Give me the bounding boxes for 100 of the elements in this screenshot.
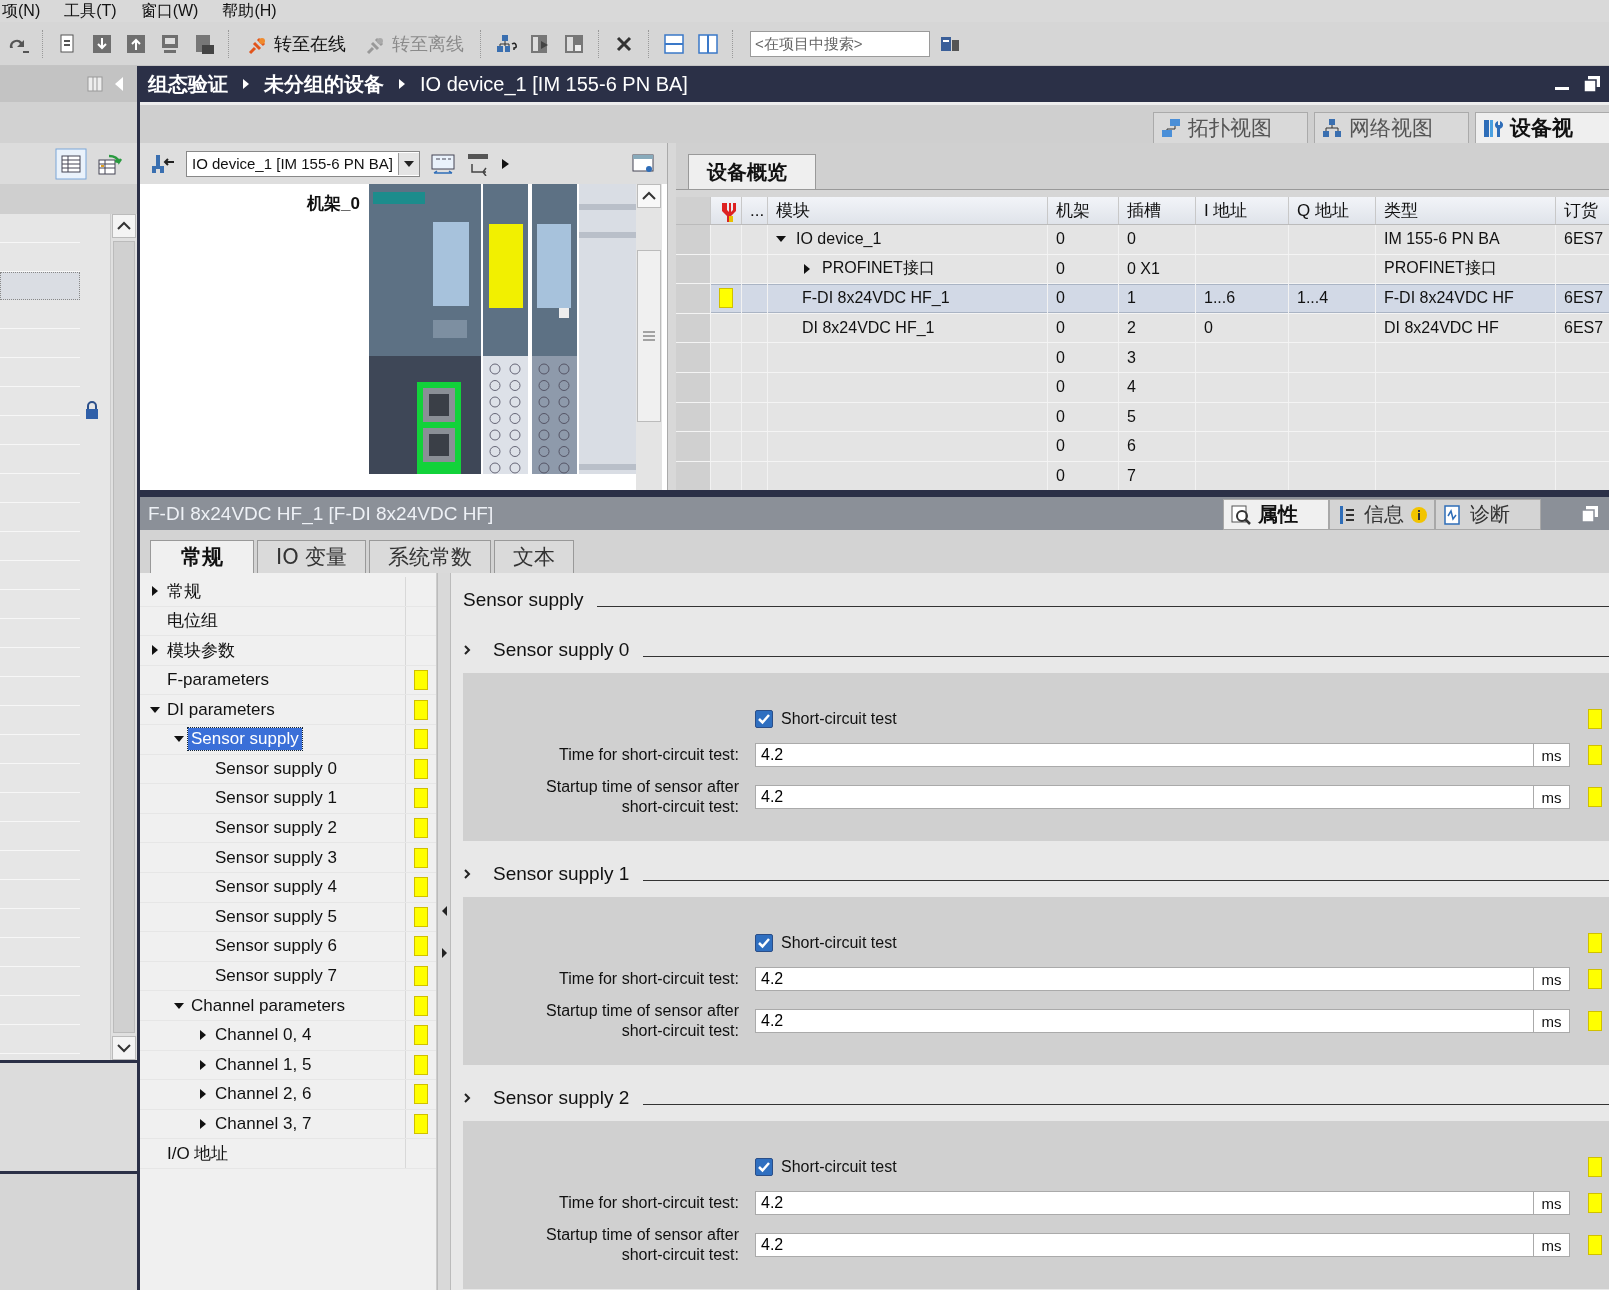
column-header[interactable]: 模块	[768, 197, 1048, 224]
table-row[interactable]: 0 6	[676, 432, 1609, 462]
scroll-thumb[interactable]	[113, 241, 135, 1033]
column-header[interactable]: ...	[742, 197, 768, 224]
column-header[interactable]: 类型	[1376, 197, 1556, 224]
time-field[interactable]: 4.2	[755, 1191, 1534, 1215]
width-adjust-icon[interactable]	[429, 151, 456, 176]
go-online-button[interactable]: 转至在线	[240, 29, 352, 58]
table-row[interactable]: DI 8x24VDC HF_1 0 2 0 DI 8x24VDC HF 6ES7	[676, 313, 1609, 344]
tree-item[interactable]: DI parameters	[164, 698, 278, 721]
collapsed-arrow-icon[interactable]	[198, 1030, 208, 1041]
properties-tab[interactable]: 文本	[494, 540, 575, 573]
tree-item[interactable]: Sensor supply 5	[212, 905, 340, 928]
inspector-tab[interactable]: 属性	[1223, 499, 1329, 530]
chevron-icon[interactable]	[463, 644, 471, 656]
tree-item[interactable]: Sensor supply 2	[212, 817, 340, 840]
scrollbar[interactable]	[636, 184, 662, 490]
properties-tab[interactable]: 常规	[150, 540, 254, 573]
checkbox[interactable]	[755, 1158, 773, 1176]
column-header[interactable]: 插槽	[1119, 197, 1196, 224]
menu-item[interactable]: 工具(T)	[64, 0, 127, 22]
tree-item[interactable]: 常规	[164, 578, 204, 604]
expanded-arrow-icon[interactable]	[150, 704, 160, 715]
tree-item[interactable]: Channel parameters	[188, 994, 349, 1017]
overview-tab[interactable]: 设备概览	[688, 154, 816, 189]
inspector-tab[interactable]: 诊断	[1435, 499, 1541, 530]
column-header[interactable]: Q 地址	[1289, 197, 1376, 224]
column-header[interactable]: 机架	[1048, 197, 1119, 224]
expanded-arrow-icon[interactable]	[174, 1000, 184, 1011]
menu-item[interactable]: 窗口(W)	[140, 0, 209, 22]
breadcrumb-link[interactable]: 未分组的设备	[264, 70, 384, 98]
tree-item[interactable]: Sensor supply 7	[212, 965, 340, 987]
search-field[interactable]: <在项目中搜索>	[750, 30, 930, 57]
collapsed-arrow-icon[interactable]	[198, 1119, 208, 1129]
tree-item[interactable]: Channel 1, 5	[212, 1053, 315, 1076]
menu-item[interactable]: 项(N)	[2, 0, 51, 22]
device-dropdown[interactable]: IO device_1 [IM 155-6 PN BA]	[186, 150, 420, 177]
scrollbar[interactable]	[110, 214, 137, 1060]
dropdown-button[interactable]	[397, 152, 419, 175]
tree-item[interactable]: Sensor supply 3	[212, 846, 340, 869]
collapse-left-icon[interactable]	[440, 904, 448, 917]
selected-row[interactable]	[0, 272, 80, 300]
tree-item[interactable]: 模块参数	[164, 638, 238, 663]
split-horizontal-icon[interactable]	[662, 31, 686, 56]
properties-tab[interactable]: 系统常数	[369, 540, 492, 573]
tree-item[interactable]: Channel 0, 4	[212, 1024, 315, 1047]
column-header[interactable]: 订货	[1556, 197, 1609, 224]
checkbox[interactable]	[755, 710, 773, 728]
view-tab[interactable]: 设备视	[1475, 112, 1609, 143]
tree-item[interactable]: Sensor supply 6	[212, 935, 340, 958]
breadcrumb-link[interactable]: IO device_1 [IM 155-6 PN BA]	[420, 72, 688, 96]
table-row[interactable]: 0 7	[676, 461, 1609, 490]
chevron-icon[interactable]	[463, 868, 471, 880]
view-tab[interactable]: 网络视图	[1314, 112, 1469, 143]
table-row[interactable]: 0 5	[676, 402, 1609, 433]
chevron-icon[interactable]	[463, 1092, 471, 1104]
tree-item[interactable]: 电位组	[164, 608, 221, 634]
collapsed-arrow-icon[interactable]	[150, 586, 160, 597]
time-field[interactable]: 4.2	[755, 1233, 1534, 1257]
split-vertical-icon[interactable]	[696, 31, 720, 56]
scroll-up-button[interactable]	[637, 184, 661, 208]
collapsed-arrow-icon[interactable]	[198, 1059, 208, 1070]
expand-right-icon[interactable]	[499, 157, 510, 170]
collapsed-arrow-icon[interactable]	[802, 263, 812, 274]
caret-up-icon[interactable]	[116, 220, 132, 232]
device-rack-drawing[interactable]	[369, 184, 636, 474]
tree-item[interactable]: Sensor supply 1	[212, 787, 340, 810]
tree-item[interactable]: Sensor supply	[188, 728, 302, 751]
tree-item[interactable]: Channel 2, 6	[212, 1083, 315, 1106]
checkbox[interactable]	[755, 934, 773, 952]
table-row[interactable]: F-DI 8x24VDC HF_1 0 1 1...6 1...4 F-DI 8x24VDC HF 6ES7	[676, 284, 1609, 314]
collapsed-arrow-icon[interactable]	[150, 645, 160, 656]
caret-up-icon[interactable]	[641, 190, 657, 202]
column-header[interactable]: I 地址	[1196, 197, 1289, 224]
time-field[interactable]: 4.2	[755, 743, 1534, 767]
tree-item[interactable]: Sensor supply 4	[212, 876, 340, 899]
time-field[interactable]: 4.2	[755, 1009, 1534, 1033]
tree-item[interactable]: Sensor supply 0	[212, 757, 340, 780]
table-row[interactable]: IO device_1 0 0 IM 155-6 PN BA 6ES7	[676, 225, 1609, 255]
time-field[interactable]: 4.2	[755, 967, 1534, 991]
inspector-tab[interactable]: 信息	[1329, 499, 1435, 530]
scroll-down-button[interactable]	[112, 1036, 136, 1060]
collapsed-arrow-icon[interactable]	[198, 1089, 208, 1100]
restore-icon[interactable]	[1583, 75, 1601, 93]
tree-item[interactable]: F-parameters	[164, 669, 273, 692]
scroll-thumb[interactable]	[637, 250, 661, 422]
table-row[interactable]: PROFINET接口 0 0 X1 PROFINET接口	[676, 254, 1609, 285]
caret-down-icon[interactable]	[116, 1042, 132, 1054]
table-row[interactable]: 0 3	[676, 343, 1609, 373]
expand-right-icon[interactable]	[440, 946, 448, 959]
scroll-up-button[interactable]	[112, 214, 136, 238]
name-tag-icon[interactable]	[465, 151, 490, 176]
menu-item[interactable]: 帮助(H)	[222, 0, 287, 22]
tree-item[interactable]: I/O 地址	[164, 1141, 232, 1167]
table-row[interactable]: 0 4	[676, 372, 1609, 403]
breadcrumb-link[interactable]: 组态验证	[148, 70, 228, 98]
table-view-icon[interactable]	[55, 147, 87, 180]
time-field[interactable]: 4.2	[755, 785, 1534, 809]
tree-item[interactable]: Channel 3, 7	[212, 1113, 315, 1135]
view-tab[interactable]: 拓扑视图	[1153, 112, 1308, 143]
